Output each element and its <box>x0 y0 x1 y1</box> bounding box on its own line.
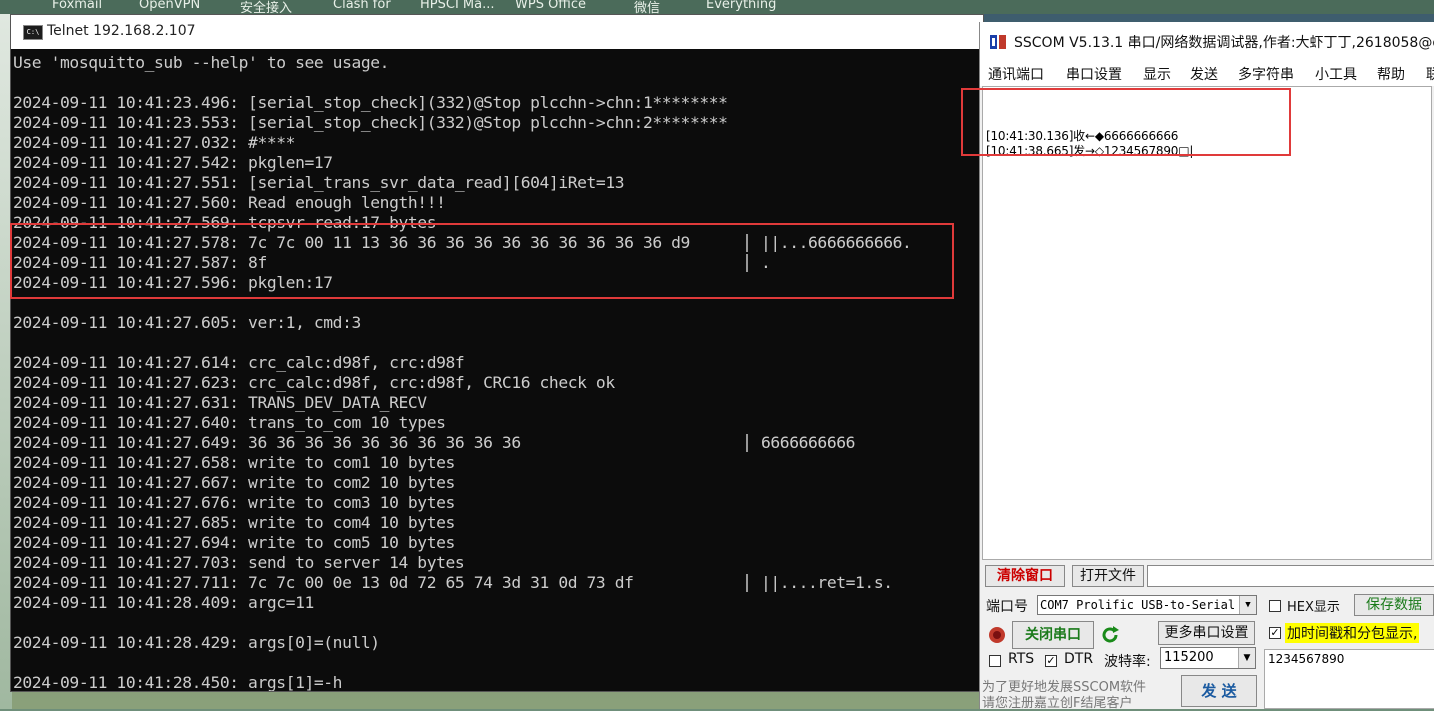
desktop-app-hpsci[interactable]: HPSCI Ma... <box>420 0 495 12</box>
terminal-line: 2024-09-11 10:41:27.551: [serial_trans_s… <box>13 173 625 192</box>
desktop-app-wps[interactable]: WPS Office <box>515 0 586 12</box>
hex-ascii-separator <box>746 574 748 592</box>
terminal-line: 2024-09-11 10:41:27.587: 8f <box>13 253 267 272</box>
menu-multi-string[interactable]: 多字符串 <box>1238 64 1294 84</box>
terminal-line: 2024-09-11 10:41:27.623: crc_calc:d98f, … <box>13 373 615 392</box>
sscom-menubar: 通讯端口 串口设置 显示 发送 多字符串 小工具 帮助 联 <box>980 62 1434 86</box>
baud-select[interactable]: 115200 ▼ <box>1160 647 1256 669</box>
hex-ascii-separator <box>746 434 748 452</box>
terminal-line: 2024-09-11 10:41:27.596: pkglen:17 <box>13 273 333 292</box>
menu-help[interactable]: 帮助 <box>1377 64 1405 84</box>
terminal-line: 2024-09-11 10:41:27.658: write to com1 1… <box>13 453 455 472</box>
terminal-line: 2024-09-11 10:41:27.631: TRANS_DEV_DATA_… <box>13 393 427 412</box>
terminal-ascii-column: 6666666666 <box>761 433 856 452</box>
terminal-line: 2024-09-11 10:41:28.409: argc=11 <box>13 593 314 612</box>
menu-serial-settings[interactable]: 串口设置 <box>1066 64 1122 84</box>
terminal-line: 2024-09-11 10:41:27.649: 36 36 36 36 36 … <box>13 433 521 452</box>
hex-ascii-separator <box>746 234 748 252</box>
baud-select-value: 115200 <box>1164 650 1214 665</box>
send-button[interactable]: 发 送 <box>1181 675 1257 707</box>
terminal-line: 2024-09-11 10:41:27.578: 7c 7c 00 11 13 … <box>13 233 690 252</box>
dtr-checkbox[interactable]: ✓ <box>1045 655 1057 667</box>
port-label: 端口号 <box>986 599 1028 615</box>
port-select[interactable]: COM7 Prolific USB-to-Serial ▼ <box>1037 595 1257 615</box>
rts-checkbox[interactable] <box>989 655 1001 667</box>
more-serial-settings-button[interactable]: 更多串口设置 <box>1158 621 1255 645</box>
rts-label: RTS <box>1008 651 1035 667</box>
menu-display[interactable]: 显示 <box>1143 64 1171 84</box>
footer-line-2: 请您注册嘉立创F结尾客户 <box>982 696 1133 711</box>
timestamp-label: 加时间戳和分包显示, <box>1285 623 1420 643</box>
terminal-line: 2024-09-11 10:41:27.694: write to com5 1… <box>13 533 455 552</box>
port-select-value: COM7 Prolific USB-to-Serial <box>1040 598 1236 612</box>
sscom-app-icon <box>990 35 1006 49</box>
chevron-down-icon: ▼ <box>1238 648 1255 668</box>
receive-line-tx: [10:41:38.665]发→◇1234567890□| <box>986 144 1194 158</box>
menu-comm-port[interactable]: 通讯端口 <box>988 64 1044 84</box>
terminal-line: 2024-09-11 10:41:23.496: [serial_stop_ch… <box>13 93 728 112</box>
file-path-input[interactable] <box>1147 565 1434 587</box>
terminal-line: 2024-09-11 10:41:27.703: send to server … <box>13 553 465 572</box>
terminal-line: 2024-09-11 10:41:28.429: args[0]=(null) <box>13 633 380 652</box>
desktop-app-foxmail[interactable]: Foxmail <box>52 0 102 12</box>
terminal-line: 2024-09-11 10:41:28.450: args[1]=-h <box>13 673 343 691</box>
console-icon: C:\ <box>23 25 43 40</box>
close-port-button[interactable]: 关闭串口 <box>1012 621 1094 649</box>
open-file-button[interactable]: 打开文件 <box>1072 565 1144 587</box>
terminal-line: 2024-09-11 10:41:27.711: 7c 7c 00 0e 13 … <box>13 573 634 592</box>
baud-label: 波特率: <box>1104 654 1151 670</box>
send-input[interactable]: 1234567890 <box>1264 649 1434 709</box>
terminal-line: 2024-09-11 10:41:27.614: crc_calc:d98f, … <box>13 353 465 372</box>
control-panel: 清除窗口 打开文件 端口号 COM7 Prolific USB-to-Seria… <box>980 563 1434 711</box>
desktop-app-everything[interactable]: Everything <box>706 0 776 12</box>
menu-contact[interactable]: 联 <box>1426 64 1434 84</box>
desktop-icon-strip: Foxmail OpenVPN 安全接入 Clash for HPSCI Ma.… <box>0 0 1434 14</box>
dtr-label: DTR <box>1064 651 1094 667</box>
receive-area[interactable]: [10:41:30.136]收←◆6666666666 [10:41:38.66… <box>982 86 1432 560</box>
record-icon <box>989 627 1005 643</box>
terminal-line: 2024-09-11 10:41:27.667: write to com2 1… <box>13 473 455 492</box>
terminal-output[interactable]: Use 'mosquitto_sub --help' to see usage.… <box>11 49 983 691</box>
sscom-titlebar[interactable]: SSCOM V5.13.1 串口/网络数据调试器,作者:大虾丁丁,2618058… <box>980 22 1434 62</box>
hex-display-checkbox[interactable] <box>1269 600 1281 612</box>
hex-ascii-separator <box>746 254 748 272</box>
timestamp-checkbox[interactable]: ✓ <box>1269 627 1281 639</box>
terminal-ascii-column: ||....ret=1.s. <box>761 573 893 592</box>
terminal-line: 2024-09-11 10:41:23.553: [serial_stop_ch… <box>13 113 728 132</box>
clear-window-button[interactable]: 清除窗口 <box>985 565 1065 587</box>
terminal-ascii-column: ||...6666666666. <box>761 233 912 252</box>
desktop-app-wechat[interactable]: 微信 <box>634 0 660 14</box>
telnet-title: Telnet 192.168.2.107 <box>47 23 196 39</box>
sscom-title: SSCOM V5.13.1 串口/网络数据调试器,作者:大虾丁丁,2618058… <box>1014 35 1434 51</box>
desktop-app-clash[interactable]: Clash for <box>333 0 391 12</box>
terminal-line: Use 'mosquitto_sub --help' to see usage. <box>13 53 390 72</box>
refresh-icon[interactable] <box>1099 624 1121 646</box>
terminal-line: 2024-09-11 10:41:27.685: write to com4 1… <box>13 513 455 532</box>
terminal-line: 2024-09-11 10:41:27.560: Read enough len… <box>13 193 446 212</box>
terminal-line: 2024-09-11 10:41:27.676: write to com3 1… <box>13 493 455 512</box>
hex-display-label: HEX显示 <box>1287 600 1340 615</box>
telnet-titlebar[interactable]: C:\ Telnet 192.168.2.107 <box>11 15 983 49</box>
chevron-down-icon: ▼ <box>1239 596 1256 614</box>
terminal-line: 2024-09-11 10:41:27.032: #**** <box>13 133 296 152</box>
terminal-line: 2024-09-11 10:41:27.640: trans_to_com 10… <box>13 413 446 432</box>
terminal-line: 2024-09-11 10:41:27.605: ver:1, cmd:3 <box>13 313 361 332</box>
telnet-window[interactable]: C:\ Telnet 192.168.2.107 Use 'mosquitto_… <box>10 14 984 692</box>
terminal-line: 2024-09-11 10:41:27.542: pkglen=17 <box>13 153 333 172</box>
desktop-app-openvpn[interactable]: OpenVPN <box>139 0 200 12</box>
menu-send[interactable]: 发送 <box>1190 64 1218 84</box>
sscom-window[interactable]: SSCOM V5.13.1 串口/网络数据调试器,作者:大虾丁丁,2618058… <box>979 22 1434 711</box>
terminal-ascii-column: . <box>761 253 771 272</box>
desktop-app-secure-access[interactable]: 安全接入 <box>240 0 292 14</box>
menu-tools[interactable]: 小工具 <box>1315 64 1357 84</box>
save-data-button[interactable]: 保存数据 <box>1354 594 1434 616</box>
terminal-line: 2024-09-11 10:41:27.569: tcpsvr read:17 … <box>13 213 437 232</box>
